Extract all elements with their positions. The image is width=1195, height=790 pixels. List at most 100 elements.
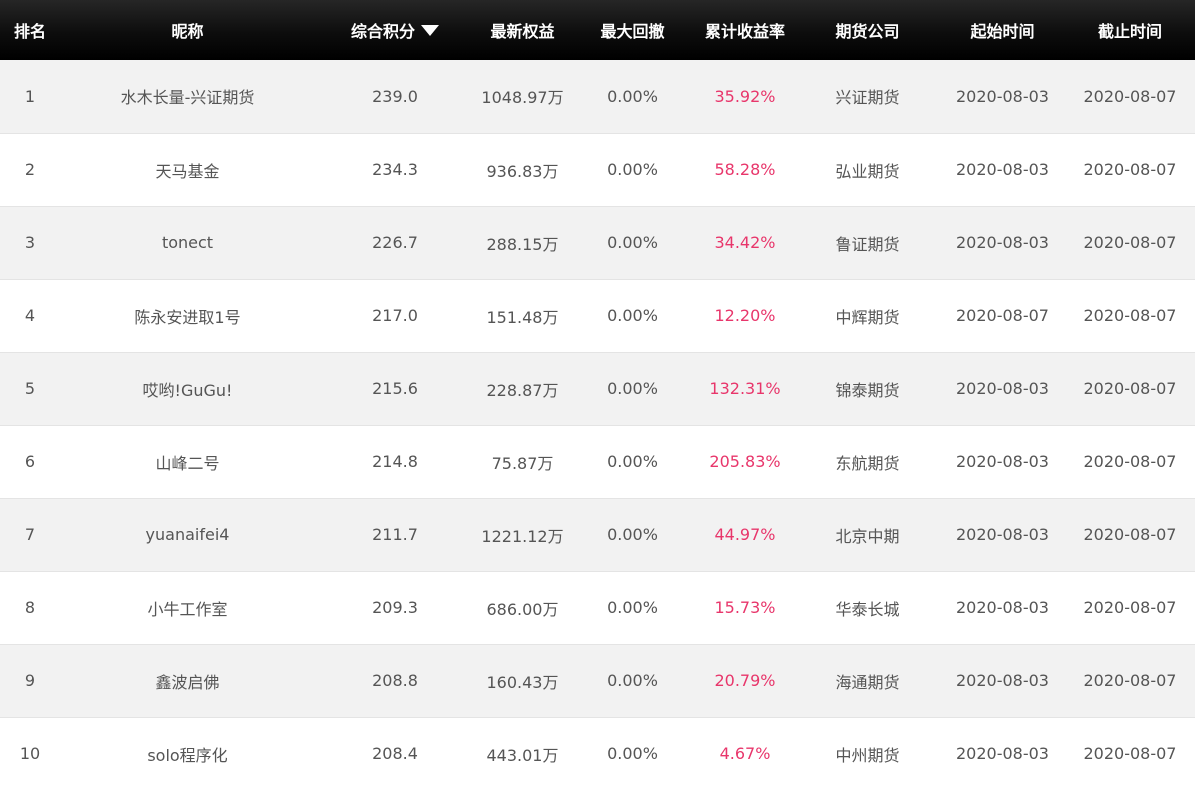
drawdown-cell: 0.00%	[570, 278, 695, 352]
table-row: 5 哎哟!GuGu! 215.6 228.87万 0.00% 132.31% 锦…	[0, 351, 1195, 425]
rank-cell: 8	[0, 570, 60, 644]
end-date-cell: 2020-08-07	[1065, 570, 1195, 644]
drawdown-cell: 0.00%	[570, 716, 695, 790]
nickname-cell[interactable]: 鑫波启佛	[60, 643, 315, 717]
broker-cell: 华泰长城	[795, 570, 940, 644]
table-row: 2 天马基金 234.3 936.83万 0.00% 58.28% 弘业期货 2…	[0, 132, 1195, 206]
header-end: 截止时间	[1065, 0, 1195, 60]
equity-cell: 160.43万	[475, 643, 570, 717]
nickname-cell[interactable]: 陈永安进取1号	[60, 278, 315, 352]
score-cell: 208.8	[315, 643, 475, 717]
nickname-cell[interactable]: 小牛工作室	[60, 570, 315, 644]
header-drawdown: 最大回撤	[570, 0, 695, 60]
header-score-sort[interactable]: 综合积分	[315, 0, 475, 60]
rank-cell: 10	[0, 716, 60, 790]
nickname-cell[interactable]: 天马基金	[60, 132, 315, 206]
start-date-cell: 2020-08-03	[956, 86, 1049, 106]
header-end-label: 截止时间	[1097, 22, 1162, 41]
nickname-cell[interactable]: 水木长量-兴证期货	[60, 60, 315, 133]
header-rank-label: 排名	[13, 22, 46, 41]
broker-cell: 东航期货	[795, 424, 940, 498]
drawdown-cell: 0.00%	[570, 424, 695, 498]
table-row: 8 小牛工作室 209.3 686.00万 0.00% 15.73% 华泰长城 …	[0, 570, 1195, 644]
nickname-cell[interactable]: yuanaifei4	[60, 497, 315, 571]
rank-cell: 2	[0, 132, 60, 206]
end-date-cell: 2020-08-07	[1065, 205, 1195, 279]
triangle-down-icon	[421, 25, 439, 36]
drawdown-cell: 0.00%	[570, 497, 695, 571]
return-cell: 58.28%	[695, 132, 795, 206]
equity-cell: 288.15万	[475, 205, 570, 279]
return-cell: 15.73%	[695, 570, 795, 644]
score-cell: 211.7	[315, 497, 475, 571]
nickname-cell[interactable]: tonect	[60, 205, 315, 279]
header-nickname: 昵称	[60, 0, 315, 60]
equity-cell: 228.87万	[475, 351, 570, 425]
return-cell: 44.97%	[695, 497, 795, 571]
return-cell: 20.79%	[695, 643, 795, 717]
header-drawdown-label: 最大回撤	[600, 22, 665, 41]
score-cell: 209.3	[315, 570, 475, 644]
end-date-cell: 2020-08-07	[1065, 497, 1195, 571]
return-cell: 34.42%	[695, 205, 795, 279]
table-row: 9 鑫波启佛 208.8 160.43万 0.00% 20.79% 海通期货 2…	[0, 643, 1195, 717]
equity-cell: 443.01万	[475, 716, 570, 790]
header-equity: 最新权益	[475, 0, 570, 60]
nickname-cell[interactable]: 哎哟!GuGu!	[60, 351, 315, 425]
table-row: 4 陈永安进取1号 217.0 151.48万 0.00% 12.20% 中辉期…	[0, 278, 1195, 352]
drawdown-cell: 0.00%	[570, 132, 695, 206]
header-return: 累计收益率	[695, 0, 795, 60]
rank-cell: 5	[0, 351, 60, 425]
header-broker-label: 期货公司	[835, 22, 900, 41]
start-date-cell: 2020-08-03	[940, 570, 1065, 644]
end-date-cell: 2020-08-07	[1065, 643, 1195, 717]
start-date-cell: 2020-08-03	[940, 643, 1065, 717]
score-cell: 208.4	[315, 716, 475, 790]
equity-cell: 1221.12万	[475, 497, 570, 571]
header-equity-label: 最新权益	[490, 22, 555, 41]
equity-cell: 936.83万	[475, 132, 570, 206]
drawdown-cell: 0.00%	[570, 351, 695, 425]
table-row: 3 tonect 226.7 288.15万 0.00% 34.42% 鲁证期货…	[0, 205, 1195, 279]
equity-cell: 75.87万	[475, 424, 570, 498]
start-date-cell: 2020-08-03	[940, 205, 1065, 279]
broker-cell: 中辉期货	[795, 278, 940, 352]
score-cell: 214.8	[315, 424, 475, 498]
broker-cell: 兴证期货	[835, 88, 900, 108]
start-date-cell: 2020-08-03	[940, 424, 1065, 498]
rank-cell: 1	[24, 86, 36, 106]
rank-cell: 4	[0, 278, 60, 352]
start-date-cell: 2020-08-03	[940, 497, 1065, 571]
header-start-label: 起始时间	[970, 22, 1035, 41]
rank-cell: 7	[0, 497, 60, 571]
return-cell: 12.20%	[695, 278, 795, 352]
drawdown-cell: 0.00%	[570, 643, 695, 717]
header-nickname-label: 昵称	[171, 22, 204, 41]
header-return-label: 累计收益率	[704, 22, 785, 41]
drawdown-cell: 0.00%	[570, 205, 695, 279]
drawdown-cell: 0.00%	[607, 86, 658, 106]
start-date-cell: 2020-08-03	[940, 716, 1065, 790]
broker-cell: 中州期货	[795, 716, 940, 790]
end-date-cell: 2020-08-07	[1065, 278, 1195, 352]
broker-cell: 弘业期货	[795, 132, 940, 206]
score-cell: 226.7	[315, 205, 475, 279]
table-header-row: 排名 昵称 综合积分 最新权益 最大回撤 累计收益率 期货公司 起始时间 截止时…	[0, 0, 1195, 60]
return-cell: 205.83%	[695, 424, 795, 498]
drawdown-cell: 0.00%	[570, 570, 695, 644]
nickname-cell[interactable]: solo程序化	[60, 716, 315, 790]
return-cell: 35.92%	[714, 86, 776, 106]
start-date-cell: 2020-08-03	[940, 132, 1065, 206]
table-row: 6 山峰二号 214.8 75.87万 0.00% 205.83% 东航期货 2…	[0, 424, 1195, 498]
header-rank: 排名	[0, 0, 60, 60]
rank-cell: 6	[0, 424, 60, 498]
end-date-cell: 2020-08-07	[1083, 86, 1177, 106]
broker-cell: 北京中期	[795, 497, 940, 571]
equity-cell: 1048.97万	[481, 88, 564, 108]
nickname-cell[interactable]: 山峰二号	[60, 424, 315, 498]
rank-cell: 9	[0, 643, 60, 717]
header-score-label: 综合积分	[350, 22, 415, 41]
header-broker: 期货公司	[795, 0, 940, 60]
broker-cell: 海通期货	[795, 643, 940, 717]
return-cell: 4.67%	[695, 716, 795, 790]
